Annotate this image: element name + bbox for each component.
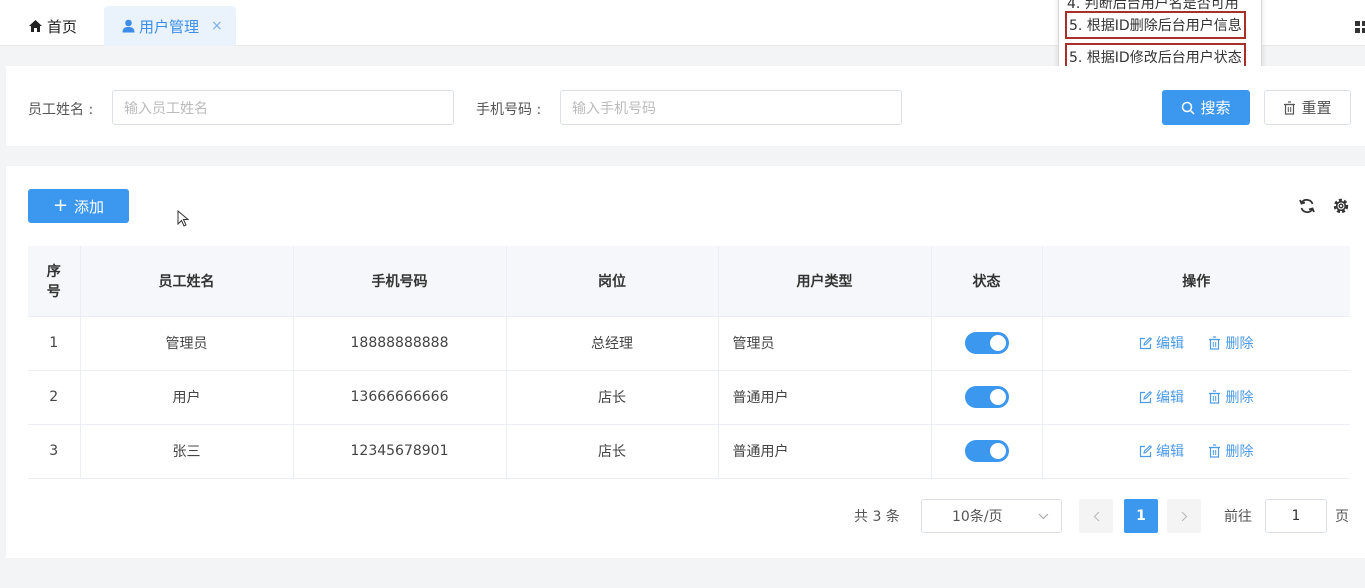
- main-panel: + 添加 序号 员工姓名 手机号码 岗位 用户类型 状态 操作 1 管理员 18…: [6, 166, 1365, 558]
- search-icon: [1182, 101, 1196, 115]
- cell-index: 2: [28, 370, 81, 425]
- edit-icon: [1139, 390, 1153, 403]
- search-panel: 员工姓名 : 输入员工姓名 手机号码 : 输入手机号码 搜索 重置: [6, 66, 1365, 146]
- name-placeholder: 输入员工姓名: [124, 100, 208, 117]
- delete-button[interactable]: 删除: [1208, 387, 1253, 407]
- table-row: 3 张三 12345678901 店长 普通用户 编辑 删除: [28, 424, 1350, 479]
- goto-label: 前往: [1224, 509, 1252, 525]
- tab-home[interactable]: 首页: [28, 6, 77, 46]
- delete-label: 删除: [1225, 389, 1254, 406]
- mouse-cursor-icon: [177, 210, 190, 227]
- header-position: 岗位: [506, 246, 719, 317]
- edit-icon: [1139, 336, 1153, 349]
- header-user-type: 用户类型: [718, 246, 932, 317]
- page-size-value: 10条/页: [952, 509, 1003, 525]
- delete-label: 删除: [1225, 443, 1254, 460]
- plus-icon: +: [52, 195, 69, 216]
- pagination-total: 共 3 条: [854, 509, 900, 525]
- edit-button[interactable]: 编辑: [1139, 441, 1184, 461]
- table-row: 2 用户 13666666666 店长 普通用户 编辑 删除: [28, 370, 1350, 425]
- toggle-knob: [989, 443, 1006, 459]
- tab-close-icon[interactable]: ×: [211, 18, 223, 34]
- cell-user-type: 普通用户: [718, 424, 932, 479]
- phone-placeholder: 输入手机号码: [572, 100, 656, 117]
- cell-user-type: 管理员: [718, 316, 932, 371]
- phone-label: 手机号码 :: [476, 102, 542, 118]
- trash-icon: [1209, 443, 1221, 458]
- user-icon: [122, 19, 135, 33]
- cell-actions: 编辑 删除: [1042, 316, 1350, 371]
- table-header-row: 序号 员工姓名 手机号码 岗位 用户类型 状态 操作: [28, 246, 1350, 317]
- add-button-label: 添加: [74, 197, 105, 216]
- table-row: 1 管理员 18888888888 总经理 管理员 编辑 删除: [28, 316, 1350, 371]
- chevron-right-icon: [1181, 511, 1187, 521]
- cell-status: [931, 316, 1043, 371]
- user-table: 序号 员工姓名 手机号码 岗位 用户类型 状态 操作 1 管理员 1888888…: [28, 246, 1350, 479]
- trash-icon: [1209, 335, 1221, 350]
- next-page-button[interactable]: [1167, 499, 1201, 533]
- header-actions: 操作: [1042, 246, 1350, 317]
- cell-position: 店长: [506, 424, 719, 479]
- edit-button[interactable]: 编辑: [1139, 387, 1184, 407]
- trash-icon: [1284, 100, 1296, 115]
- delete-button[interactable]: 删除: [1208, 333, 1253, 353]
- cell-status: [931, 424, 1043, 479]
- tab-user-label: 用户管理: [139, 17, 200, 36]
- cell-phone: 18888888888: [293, 316, 507, 371]
- edit-label: 编辑: [1156, 390, 1185, 406]
- status-toggle[interactable]: [964, 440, 1009, 462]
- edit-icon: [1139, 444, 1153, 457]
- add-button[interactable]: + 添加: [28, 189, 129, 223]
- status-toggle[interactable]: [964, 386, 1009, 408]
- chevron-down-icon: [1038, 513, 1049, 519]
- name-label: 员工姓名 :: [28, 102, 94, 118]
- cell-index: 3: [28, 424, 81, 479]
- search-button-label: 搜索: [1200, 99, 1231, 117]
- reset-button[interactable]: 重置: [1264, 90, 1351, 125]
- page-suffix-label: 页: [1335, 509, 1349, 525]
- settings-gear-icon[interactable]: [1331, 196, 1351, 216]
- annotation-line-2: 5. 根据ID删除后台用户信息: [1065, 11, 1246, 39]
- header-index: 序号: [28, 246, 81, 317]
- cell-name: 用户: [80, 370, 294, 425]
- search-button[interactable]: 搜索: [1162, 90, 1250, 125]
- status-toggle[interactable]: [964, 332, 1009, 354]
- cell-actions: 编辑 删除: [1042, 424, 1350, 479]
- tab-user-management[interactable]: 用户管理 ×: [104, 6, 236, 46]
- tab-home-label: 首页: [47, 17, 78, 36]
- cell-status: [931, 370, 1043, 425]
- cell-position: 店长: [506, 370, 719, 425]
- cell-index: 1: [28, 316, 81, 371]
- cell-user-type: 普通用户: [718, 370, 932, 425]
- edit-label: 编辑: [1156, 336, 1185, 352]
- cell-position: 总经理: [506, 316, 719, 371]
- reset-button-label: 重置: [1301, 99, 1332, 117]
- header-status: 状态: [931, 246, 1043, 317]
- goto-page-input[interactable]: 1: [1265, 499, 1327, 533]
- cell-name: 管理员: [80, 316, 294, 371]
- toggle-knob: [989, 335, 1006, 351]
- phone-input[interactable]: 输入手机号码: [560, 90, 902, 125]
- trash-icon: [1209, 389, 1221, 404]
- delete-label: 删除: [1225, 335, 1254, 352]
- page-size-select[interactable]: 10条/页: [921, 499, 1062, 533]
- cell-phone: 13666666666: [293, 370, 507, 425]
- name-input[interactable]: 输入员工姓名: [112, 90, 454, 125]
- home-icon: [29, 20, 42, 32]
- prev-page-button[interactable]: [1079, 499, 1113, 533]
- chevron-left-icon: [1093, 511, 1099, 521]
- cell-name: 张三: [80, 424, 294, 479]
- refresh-icon[interactable]: [1297, 196, 1317, 216]
- cell-phone: 12345678901: [293, 424, 507, 479]
- header-name: 员工姓名: [80, 246, 294, 317]
- edit-button[interactable]: 编辑: [1139, 333, 1184, 353]
- toggle-knob: [989, 389, 1006, 405]
- grid-menu-icon[interactable]: [1353, 20, 1365, 34]
- cell-actions: 编辑 删除: [1042, 370, 1350, 425]
- edit-label: 编辑: [1156, 444, 1185, 460]
- delete-button[interactable]: 删除: [1208, 441, 1253, 461]
- page-number-1[interactable]: 1: [1124, 499, 1158, 533]
- header-phone: 手机号码: [293, 246, 507, 317]
